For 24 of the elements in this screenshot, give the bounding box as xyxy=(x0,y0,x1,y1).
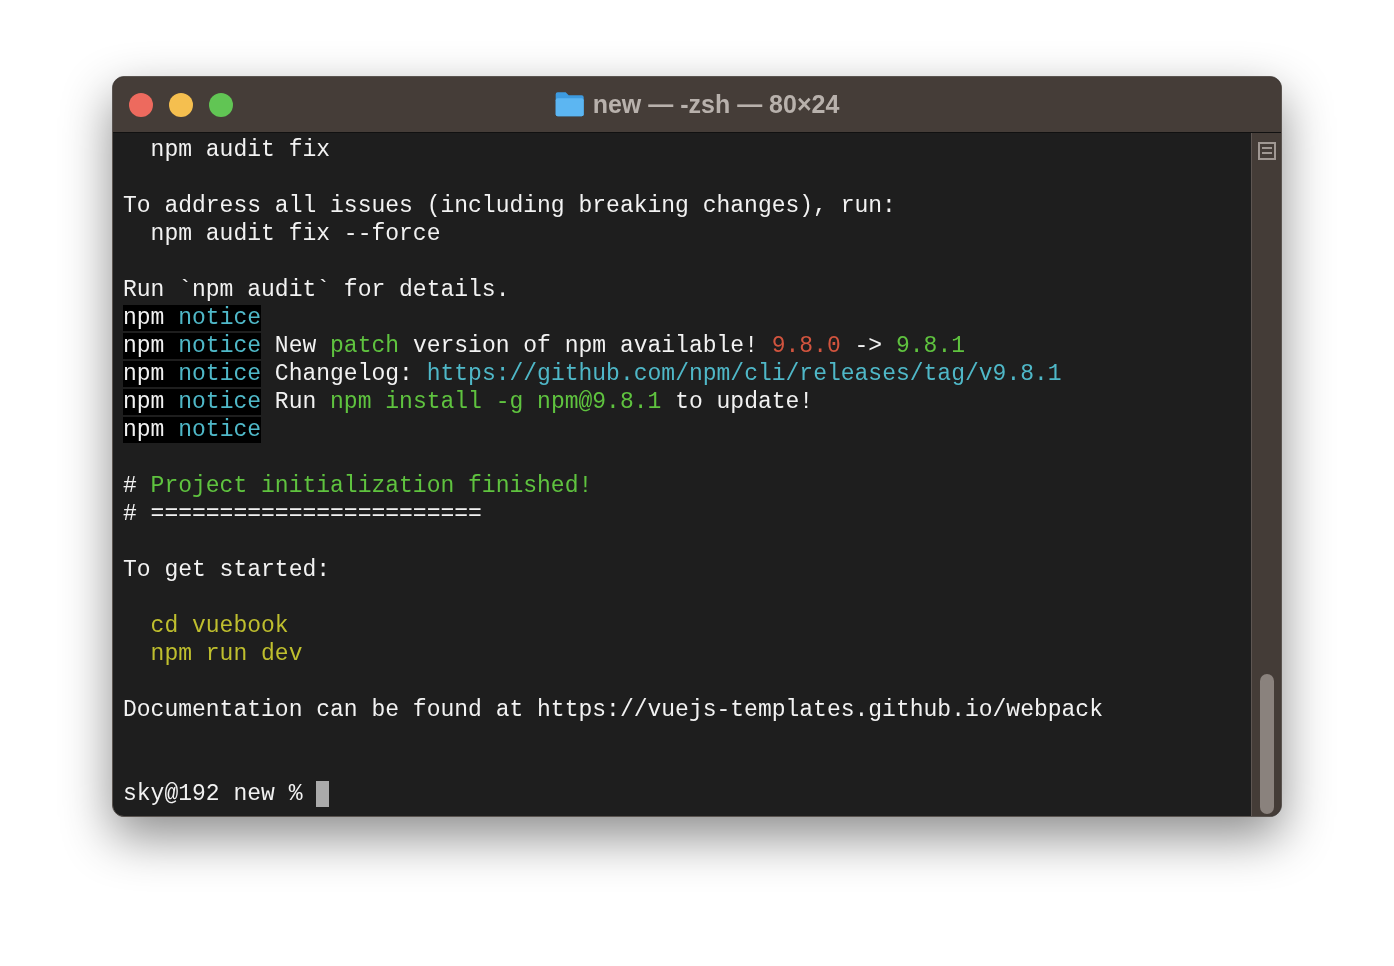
split-pane-icon[interactable] xyxy=(1256,141,1277,161)
terminal-line: npm notice New patch version of npm available! 9.8.0 -> 9.8.1 xyxy=(123,333,965,359)
terminal-line: npm notice xyxy=(123,305,262,331)
terminal-line: To get started: xyxy=(123,557,331,583)
folder-icon xyxy=(554,91,585,118)
terminal-line: # Project initialization finished! xyxy=(123,473,593,499)
terminal-line: cd vuebook xyxy=(149,613,289,639)
window-title: new — -zsh — 80×24 xyxy=(592,88,840,120)
shell-prompt: sky@192 new % xyxy=(123,781,304,807)
terminal-line: # ======================== xyxy=(123,501,482,527)
terminal-line: Documentation can be found at https://vuejs-templates.github.io/webpack xyxy=(123,697,1103,723)
terminal-line: To address all issues (including breaking changes), run: xyxy=(123,193,896,219)
terminal-line: npm notice xyxy=(123,417,262,443)
scrollbar-thumb[interactable] xyxy=(1259,674,1274,814)
text-cursor xyxy=(316,780,330,807)
terminal-line: npm audit fix --force xyxy=(149,221,441,247)
terminal-line: Run `npm audit` for details. xyxy=(123,277,510,303)
terminal-line: npm notice Run npm install -g npm@9.8.1 to update! xyxy=(123,389,814,415)
minimize-button[interactable] xyxy=(169,92,193,117)
terminal-line: npm notice Changelog: https://github.com/npm/cli/releases/tag/v9.8.1 xyxy=(123,361,1062,387)
terminal-line: npm run dev xyxy=(149,641,303,667)
terminal-line: npm audit fix xyxy=(149,137,331,163)
zoom-button[interactable] xyxy=(209,92,233,117)
close-button[interactable] xyxy=(129,92,153,117)
